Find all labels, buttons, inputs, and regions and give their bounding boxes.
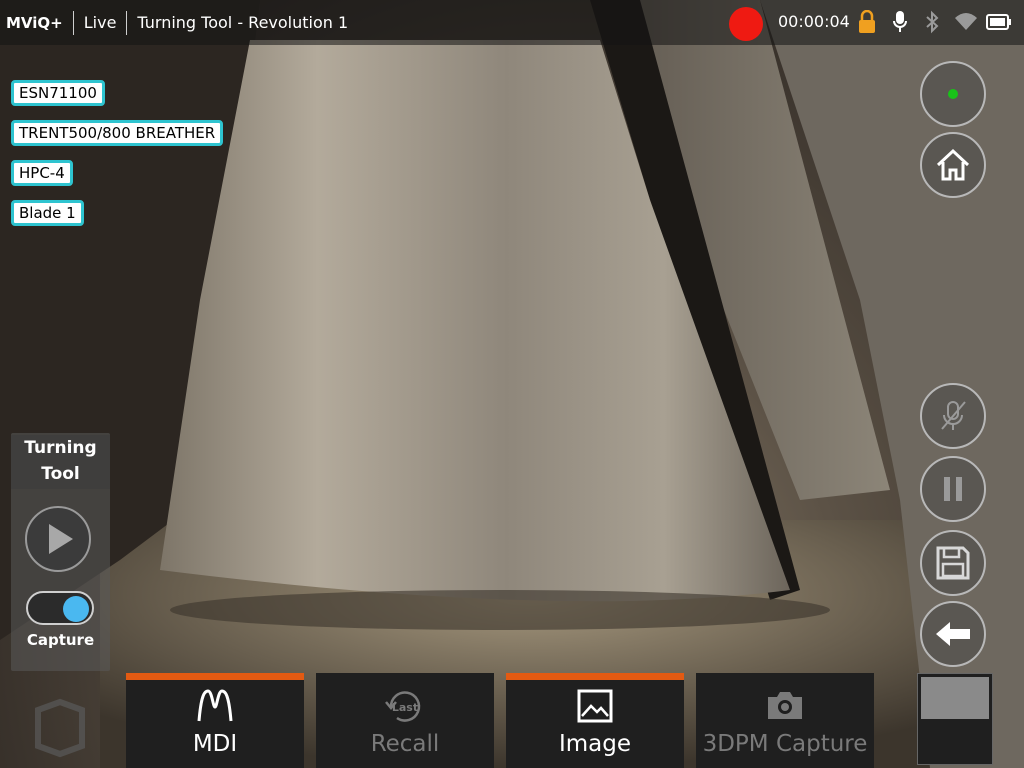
pause-icon	[944, 477, 962, 501]
capture-label: Capture	[26, 631, 95, 649]
last-recall-icon: Last	[385, 691, 421, 722]
softkey-label: 3DPM Capture	[702, 731, 868, 757]
turning-tool-panel: Turning Tool Capture	[11, 433, 110, 671]
back-button[interactable]	[920, 601, 986, 667]
status-dot-icon	[948, 89, 958, 99]
joystick-pad[interactable]	[917, 673, 993, 765]
lock-icon	[858, 9, 876, 38]
tag-engine-model[interactable]: TRENT500/800 BREATHER	[11, 120, 224, 146]
save-icon	[936, 546, 970, 580]
tag-engine-serial[interactable]: ESN71100	[11, 80, 105, 106]
brand-name: MViQ+	[6, 13, 63, 32]
softkey-label: Recall	[370, 731, 440, 757]
window-title: Turning Tool - Revolution 1	[137, 13, 349, 32]
microphone-icon	[892, 10, 908, 38]
softkey-label: MDI	[192, 731, 238, 757]
home-icon	[936, 148, 970, 181]
divider	[126, 10, 128, 35]
rotation-icon	[30, 698, 90, 762]
mute-mic-button[interactable]	[920, 383, 986, 449]
mdi-icon	[197, 689, 233, 722]
image-icon	[577, 689, 613, 723]
battery-icon	[986, 14, 1012, 34]
tag-stage[interactable]: HPC-4	[11, 160, 73, 186]
joystick-pad-top	[921, 677, 989, 719]
panel-title-line1: Turning	[24, 438, 97, 458]
bluetooth-icon	[925, 10, 939, 38]
play-button[interactable]	[25, 506, 91, 572]
panel-title-line2: Tool	[41, 464, 80, 484]
panel-title: Turning Tool	[11, 435, 110, 489]
save-button[interactable]	[920, 530, 986, 596]
mute-mic-icon	[941, 401, 966, 430]
mode-label: Live	[83, 13, 117, 32]
divider	[72, 10, 74, 35]
softkey-mdi[interactable]: MDI	[126, 673, 304, 768]
turbine-blade-image	[0, 0, 1024, 768]
softkey-label: Image	[558, 731, 632, 757]
record-indicator[interactable]	[729, 7, 763, 41]
recording-timer: 00:00:04	[778, 12, 850, 31]
recall-badge: Last	[392, 701, 418, 714]
home-button[interactable]	[920, 132, 986, 198]
capture-toggle[interactable]	[26, 591, 94, 625]
softkey-recall[interactable]: Last Recall	[316, 673, 494, 768]
softkey-image[interactable]: Image	[506, 673, 684, 768]
play-icon	[49, 524, 73, 554]
joystick-status-button[interactable]	[920, 61, 986, 127]
pause-button[interactable]	[920, 456, 986, 522]
tag-blade[interactable]: Blade 1	[11, 200, 84, 226]
back-arrow-icon	[936, 622, 970, 646]
wifi-icon	[954, 10, 978, 36]
toggle-knob	[63, 596, 89, 622]
softkey-3dpm-capture[interactable]: 3DPM Capture	[696, 673, 874, 768]
live-video-feed	[0, 0, 1024, 768]
camera-icon	[768, 692, 802, 719]
